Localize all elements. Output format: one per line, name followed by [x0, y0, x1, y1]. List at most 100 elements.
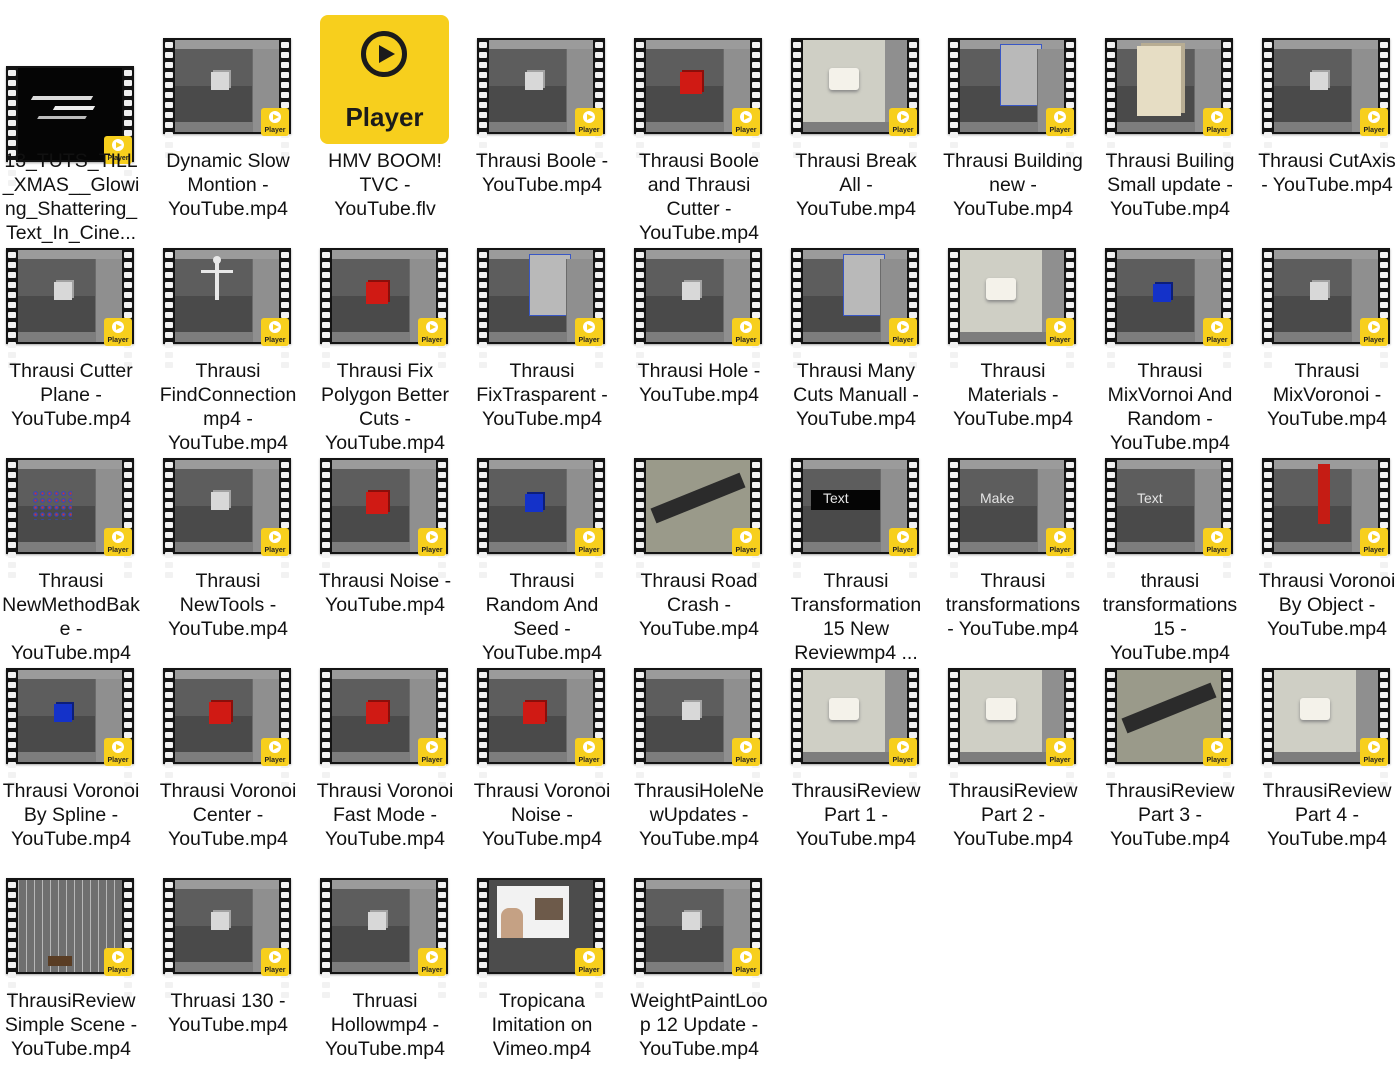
file-thumbnail[interactable]: Player — [1256, 218, 1400, 368]
file-item[interactable]: Player Thrausi Voronoi Center - YouTube.m… — [157, 638, 312, 850]
file-thumbnail[interactable]: Player — [942, 8, 1097, 158]
file-thumbnail[interactable]: Player — [628, 638, 783, 788]
player-badge-icon: Player — [889, 108, 917, 136]
file-thumbnail[interactable]: Player — [1256, 8, 1400, 158]
file-thumbnail[interactable]: Player — [0, 8, 155, 186]
file-item[interactable]: Player Thrausi Voronoi By Object - YouTub… — [1256, 428, 1400, 640]
file-item[interactable]: Player Thrausi FixTrasparent - YouTube.mp… — [471, 218, 626, 430]
file-thumbnail[interactable]: Player — [471, 218, 626, 368]
file-item[interactable]: Player Thrausi Materials - YouTube.mp4 — [942, 218, 1097, 430]
file-item[interactable]: Player Thrausi Voronoi Noise - YouTube.mp… — [471, 638, 626, 850]
player-badge-icon: Player — [575, 528, 603, 556]
file-item[interactable]: Player Thruasi 130 - YouTube.mp4 — [157, 848, 312, 1058]
file-item[interactable]: Player Thrausi NewMethodBake - YouTube.mp… — [0, 428, 155, 664]
player-badge-icon: Player — [261, 948, 289, 976]
player-badge-icon: Player — [1046, 108, 1074, 136]
play-icon — [1368, 531, 1380, 543]
file-thumbnail[interactable]: Player — [157, 218, 312, 368]
file-item[interactable]: Player ThrausiReview Part 4 - YouTube.mp4 — [1256, 638, 1400, 850]
file-item[interactable]: Player Thrausi Voronoi By Spline - YouTub… — [0, 638, 155, 850]
file-item[interactable]: Player ThrausiReview Part 3 - YouTube.mp4 — [1099, 638, 1254, 850]
file-thumbnail[interactable]: Player — [628, 8, 783, 158]
file-item[interactable]: Player Thrausi Cutter Plane - YouTube.mp4 — [0, 218, 155, 430]
file-item[interactable]: Player ThrausiReview Part 1 - YouTube.mp4 — [785, 638, 940, 850]
file-thumbnail[interactable]: Player — [471, 638, 626, 788]
file-item[interactable]: Text Player thrausi transformations 15 - Y… — [1099, 428, 1254, 664]
file-thumbnail[interactable]: Player — [1256, 428, 1400, 578]
file-item[interactable]: Player Thrausi Builing Small update - You… — [1099, 8, 1254, 220]
file-thumbnail[interactable]: Player — [0, 218, 155, 368]
file-thumbnail[interactable]: Player — [314, 8, 469, 150]
player-badge-label: Player — [421, 337, 443, 344]
file-item[interactable]: Player Thrausi Random And Seed - YouTube.… — [471, 428, 626, 664]
file-thumbnail[interactable]: Text Player — [785, 428, 940, 578]
file-thumbnail[interactable]: Make Player — [942, 428, 1097, 578]
file-item[interactable]: Player Thrausi Road Crash - YouTube.mp4 — [628, 428, 783, 640]
player-badge-label: Player — [1049, 127, 1071, 134]
player-badge-icon: Player — [418, 738, 446, 766]
file-thumbnail[interactable]: Player — [314, 848, 469, 998]
player-badge-label: Player — [1363, 547, 1385, 554]
file-item[interactable]: Player Thrausi Many Cuts Manuall - YouTub… — [785, 218, 940, 430]
play-icon — [1054, 531, 1066, 543]
file-item[interactable]: Player ThrausiReview Part 2 - YouTube.mp4 — [942, 638, 1097, 850]
file-thumbnail[interactable]: Player — [628, 218, 783, 368]
file-item[interactable]: Player Thrausi CutAxis - YouTube.mp4 — [1256, 8, 1400, 218]
file-item[interactable]: Player Thrausi Fix Polygon Better Cuts - … — [314, 218, 469, 454]
file-item[interactable]: Player Thrausi Boole and Thrausi Cutter -… — [628, 8, 783, 244]
file-item[interactable]: Player Thrausi Voronoi Fast Mode - YouTub… — [314, 638, 469, 850]
file-thumbnail[interactable]: Player — [157, 8, 312, 158]
file-thumbnail[interactable]: Player — [314, 638, 469, 788]
file-thumbnail[interactable]: Player — [785, 218, 940, 368]
file-thumbnail[interactable]: Player — [1099, 8, 1254, 158]
file-thumbnail[interactable]: Player — [942, 638, 1097, 788]
player-badge-label: Player — [735, 337, 757, 344]
file-item[interactable]: Player Thrausi NewTools - YouTube.mp4 — [157, 428, 312, 640]
file-thumbnail[interactable]: Player — [314, 428, 469, 578]
file-item[interactable]: Player Thrausi Noise - YouTube.mp4 — [314, 428, 469, 638]
file-item[interactable]: Text Player Thrausi Transformation 15 New … — [785, 428, 940, 664]
file-item[interactable]: Player Thrausi Hole - YouTube.mp4 — [628, 218, 783, 428]
file-thumbnail[interactable]: Player — [0, 848, 155, 998]
file-thumbnail[interactable]: Player — [471, 8, 626, 158]
file-item[interactable]: Player Dynamic Slow Montion - YouTube.mp4 — [157, 8, 312, 220]
file-item[interactable]: Player ThrausiHoleNewUpdates - YouTube.mp… — [628, 638, 783, 850]
file-thumbnail[interactable]: Player — [471, 428, 626, 578]
file-thumbnail[interactable]: Player — [628, 428, 783, 578]
file-item[interactable]: Player Thrausi Building new - YouTube.mp4 — [942, 8, 1097, 220]
player-badge-label: Player — [107, 547, 129, 554]
file-item[interactable]: Player 13_TUTS_TILL_XMAS__Glowing_Shatter… — [0, 8, 155, 244]
file-thumbnail[interactable]: Player — [0, 428, 155, 578]
file-thumbnail[interactable]: Player — [942, 218, 1097, 368]
file-name-label: ThrausiReview Part 2 - YouTube.mp4 — [948, 780, 1078, 850]
file-thumbnail[interactable]: Player — [0, 638, 155, 788]
file-thumbnail[interactable]: Player — [157, 428, 312, 578]
file-thumbnail[interactable]: Player — [1099, 218, 1254, 368]
player-badge-icon: Player — [1046, 318, 1074, 346]
file-thumbnail[interactable]: Player — [785, 8, 940, 158]
file-item[interactable]: Player Thrausi FindConnectionmp4 - YouTub… — [157, 218, 312, 454]
file-thumbnail[interactable]: Player — [1256, 638, 1400, 788]
file-thumbnail[interactable]: Player — [157, 848, 312, 998]
file-thumbnail[interactable]: Text Player — [1099, 428, 1254, 578]
file-item[interactable]: Player Thruasi Hollowmp4 - YouTube.mp4 — [314, 848, 469, 1060]
file-item[interactable]: Player HMV BOOM! TVC - YouTube.flv — [314, 8, 469, 220]
player-badge-label: Player — [578, 547, 600, 554]
file-thumbnail[interactable]: Player — [157, 638, 312, 788]
file-thumbnail[interactable]: Player — [785, 638, 940, 788]
player-badge-label: Player — [1049, 547, 1071, 554]
file-name-label: Thrausi Voronoi Fast Mode - YouTube.mp4 — [316, 780, 454, 850]
file-item[interactable]: Player Thrausi Boole - YouTube.mp4 — [471, 8, 626, 218]
file-thumbnail[interactable]: Player — [628, 848, 783, 998]
file-item[interactable]: Player WeightPaintLoop 12 Update - YouTub… — [628, 848, 783, 1060]
file-thumbnail[interactable]: Player — [314, 218, 469, 368]
file-item[interactable]: Player ThrausiReview Simple Scene - YouTu… — [0, 848, 155, 1060]
file-item[interactable]: Player Thrausi Break All - YouTube.mp4 — [785, 8, 940, 220]
player-badge-icon: Player — [104, 528, 132, 556]
file-thumbnail[interactable]: Player — [471, 848, 626, 998]
file-item[interactable]: Player Thrausi MixVornoi And Random - You… — [1099, 218, 1254, 454]
file-item[interactable]: Player Thrausi MixVoronoi - YouTube.mp4 — [1256, 218, 1400, 430]
file-thumbnail[interactable]: Player — [1099, 638, 1254, 788]
file-item[interactable]: Make Player Thrausi transformations - YouT… — [942, 428, 1097, 640]
file-item[interactable]: Player Tropicana Imitation on Vimeo.mp4 — [471, 848, 626, 1060]
